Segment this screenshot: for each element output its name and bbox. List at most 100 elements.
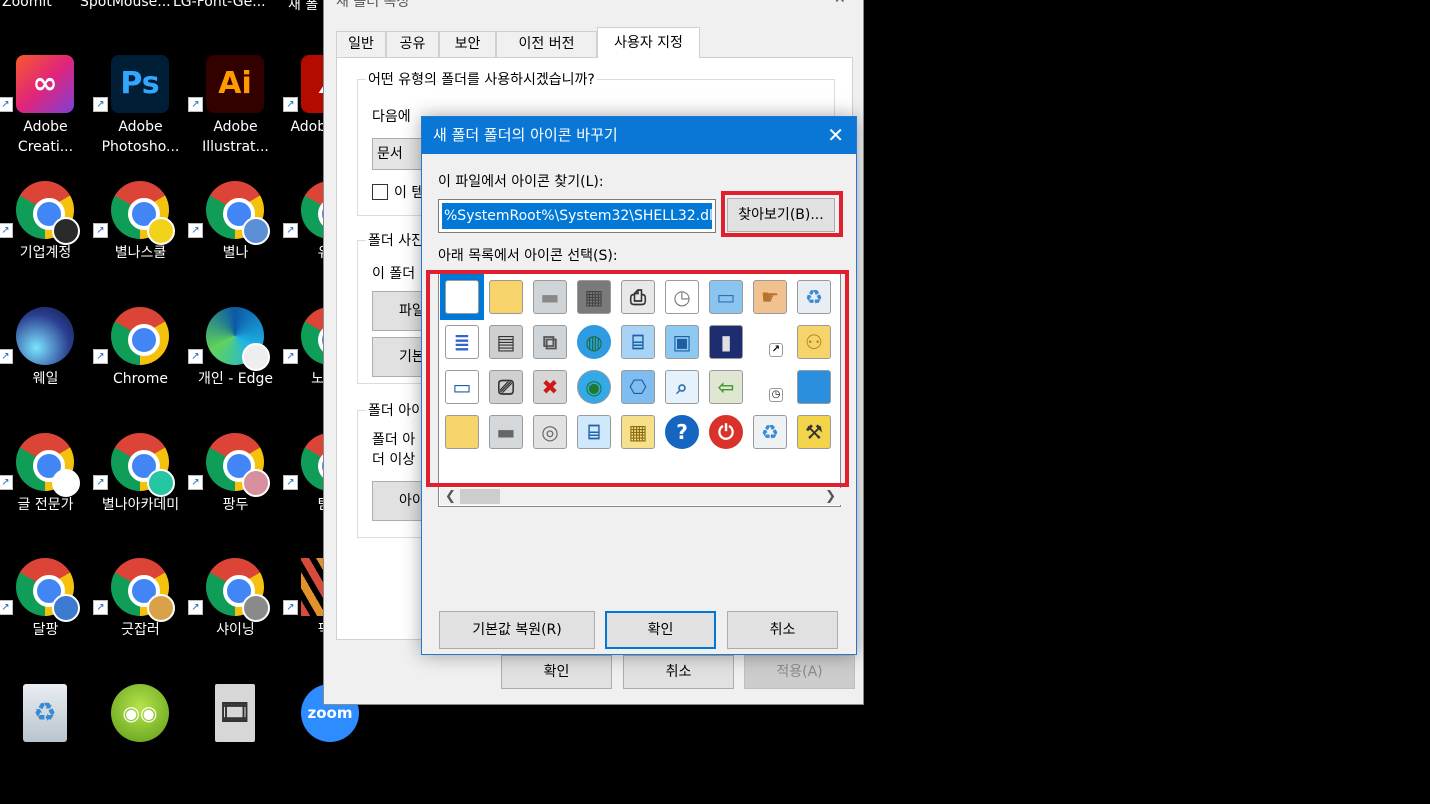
desktop-icon-label: Chrome xyxy=(113,371,168,387)
shortcut-arrow-icon: ↗ xyxy=(283,475,298,490)
shortcut-arrow-icon: ↗ xyxy=(188,349,203,364)
horizontal-scrollbar[interactable]: ❮ ❯ xyxy=(440,488,841,505)
desktop-icon[interactable]: ↗ 별나아카데미 xyxy=(93,433,188,553)
desktop-icon[interactable]: ↗ 긋잡러 xyxy=(93,558,188,678)
dialog-title: 새 폴더 폴더의 아이콘 바꾸기 xyxy=(433,126,618,144)
desktop-label-new-folder[interactable]: 새 폴 xyxy=(288,0,318,14)
shortcut-arrow-icon: ↗ xyxy=(283,600,298,615)
desktop-icon-label: 달팡 xyxy=(32,622,59,638)
browse-highlight-box xyxy=(721,191,843,237)
desktop-label-spotmouse[interactable]: SpotMouse... xyxy=(80,0,171,10)
desktop-icon-label: Adobe Illustrat... xyxy=(202,119,269,155)
icon-file-path-value: %SystemRoot%\System32\SHELL32.dll xyxy=(442,203,712,229)
select-icon-label: 아래 목록에서 아이콘 선택(S): xyxy=(438,248,618,264)
desktop-icon[interactable]: ↗ 별나 xyxy=(188,181,283,301)
tab-customize[interactable]: 사용자 지정 xyxy=(597,27,700,58)
shortcut-arrow-icon: ↗ xyxy=(283,97,298,112)
optimize-label: 다음에 xyxy=(372,109,411,125)
shortcut-arrow-icon: ↗ xyxy=(93,349,108,364)
folder-pictures-group-title: 폴더 사진 xyxy=(366,230,426,250)
desktop-icon-label: 글 전문가 xyxy=(17,497,74,513)
desktop-icon-label: Adobe Creati... xyxy=(17,119,74,155)
desktop-icon[interactable]: ↗ 달팡 xyxy=(0,558,93,678)
chrome-icon xyxy=(16,558,80,622)
close-icon[interactable]: ✕ xyxy=(834,0,846,7)
desktop-icon-label: 웨일 xyxy=(32,371,59,387)
chrome-icon xyxy=(111,307,169,365)
shortcut-arrow-icon: ↗ xyxy=(0,600,13,615)
apply-subfolders-label: 이 템 xyxy=(394,185,425,201)
shortcut-arrow-icon: ↗ xyxy=(188,600,203,615)
shortcut-arrow-icon: ↗ xyxy=(93,97,108,112)
dialog-cancel-button[interactable]: 취소 xyxy=(727,611,838,649)
desktop-icon-label: 별나 xyxy=(222,245,249,261)
properties-title: 새 폴더 속성 xyxy=(336,0,410,10)
desktop-icon-label: 기업계정 xyxy=(19,245,72,261)
shortcut-arrow-icon: ↗ xyxy=(93,223,108,238)
ok-button[interactable]: 확인 xyxy=(501,655,612,689)
desktop-icon[interactable]: ↗ 샤이닝 xyxy=(188,558,283,678)
desktop-icon[interactable]: Ai ↗ Adobe Illustrat... xyxy=(188,55,283,175)
desktop-icon-label: Adobe Photosho... xyxy=(101,119,180,155)
tab-security[interactable]: 보안 xyxy=(439,31,496,57)
desktop-icon[interactable]: ↗ 별나스쿨 xyxy=(93,181,188,301)
tab-previous-versions[interactable]: 이전 버전 xyxy=(496,31,597,57)
apply-subfolders-checkbox[interactable] xyxy=(372,184,388,200)
desktop-label-zoomit[interactable]: Zoomlt xyxy=(2,0,52,10)
desktop-icon[interactable]: 🎞 xyxy=(188,684,283,804)
shortcut-arrow-icon: ↗ xyxy=(188,97,203,112)
dialog-ok-button[interactable]: 확인 xyxy=(605,611,716,649)
desktop-label-lgfont[interactable]: LG-Font-Ge... xyxy=(173,0,266,10)
folder-icon-desc-1: 폴더 아 xyxy=(372,432,416,448)
apply-button[interactable]: 적용(A) xyxy=(744,655,855,689)
folder-type-group-title: 어떤 유형의 폴더를 사용하시겠습니까? xyxy=(366,69,597,89)
desktop-icon[interactable]: ↗ Chrome xyxy=(93,307,188,427)
shortcut-arrow-icon: ↗ xyxy=(0,475,13,490)
scroll-left-icon[interactable]: ❮ xyxy=(445,488,456,505)
tab-sharing[interactable]: 공유 xyxy=(386,31,439,57)
frog-icon: ◉◉ xyxy=(111,684,169,742)
edge-icon xyxy=(206,307,270,371)
folder-icon-group-title: 폴더 아이 xyxy=(366,400,426,420)
scrollbar-thumb[interactable] xyxy=(460,489,500,504)
desktop-icon-label: 팡두 xyxy=(222,497,249,513)
chrome-icon xyxy=(206,181,270,245)
shortcut-arrow-icon: ↗ xyxy=(0,97,13,112)
whale-icon xyxy=(16,307,74,365)
cancel-button[interactable]: 취소 xyxy=(623,655,734,689)
desktop-icon[interactable]: ↗ 팡두 xyxy=(188,433,283,553)
desktop-icon[interactable]: ∞ ↗ Adobe Creati... xyxy=(0,55,93,175)
adobe-cc-icon: ∞ xyxy=(16,55,74,113)
icon-list-highlight-box xyxy=(426,270,849,487)
recycle-bin-icon: ♻ xyxy=(16,684,74,742)
find-icons-label: 이 파일에서 아이콘 찾기(L): xyxy=(438,174,604,190)
scroll-right-icon[interactable]: ❯ xyxy=(825,488,836,505)
shortcut-arrow-icon: ↗ xyxy=(0,223,13,238)
desktop-icon[interactable]: ↗ 개인 - Edge xyxy=(188,307,283,427)
change-icon-dialog: 새 폴더 폴더의 아이콘 바꾸기 ✕ 이 파일에서 아이콘 찾기(L): %Sy… xyxy=(421,116,857,655)
shortcut-arrow-icon: ↗ xyxy=(0,349,13,364)
icon-file-path-input[interactable]: %SystemRoot%\System32\SHELL32.dll xyxy=(438,199,716,233)
desktop-icon[interactable]: ♻ xyxy=(0,684,93,804)
desktop-icon[interactable]: ↗ 웨일 xyxy=(0,307,93,427)
desktop-icon-label: 별나아카데미 xyxy=(101,497,180,513)
shortcut-arrow-icon: ↗ xyxy=(188,475,203,490)
tab-general[interactable]: 일반 xyxy=(336,31,386,57)
restore-defaults-button[interactable]: 기본값 복원(R) xyxy=(439,611,595,649)
desktop-icon[interactable]: ↗ 기업계정 xyxy=(0,181,93,301)
movie-maker-icon: 🎞 xyxy=(206,684,264,742)
chrome-icon xyxy=(16,433,80,497)
desktop-icon[interactable]: ↗ 글 전문가 xyxy=(0,433,93,553)
dialog-title-bar: 새 폴더 폴더의 아이콘 바꾸기 ✕ xyxy=(422,117,856,154)
chrome-icon xyxy=(111,181,175,245)
chrome-icon xyxy=(111,558,175,622)
shortcut-arrow-icon: ↗ xyxy=(93,475,108,490)
desktop-icon-label: 샤이닝 xyxy=(216,622,255,638)
desktop-icon[interactable]: Ps ↗ Adobe Photosho... xyxy=(93,55,188,175)
shortcut-arrow-icon: ↗ xyxy=(93,600,108,615)
close-icon[interactable]: ✕ xyxy=(827,117,844,154)
desktop-icon[interactable]: ◉◉ xyxy=(93,684,188,804)
shortcut-arrow-icon: ↗ xyxy=(283,349,298,364)
shortcut-arrow-icon: ↗ xyxy=(283,223,298,238)
chrome-icon xyxy=(16,181,80,245)
